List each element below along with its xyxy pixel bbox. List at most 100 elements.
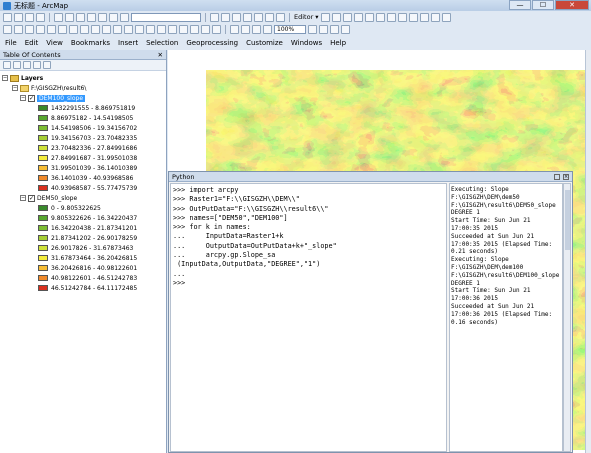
find-route-icon[interactable] <box>146 24 155 34</box>
catalog-icon[interactable] <box>232 12 241 22</box>
copy-icon[interactable] <box>65 12 74 22</box>
toggle-draft-mode-icon[interactable] <box>308 24 317 34</box>
collapse-icon[interactable]: − <box>12 85 18 91</box>
legend-swatch[interactable] <box>38 275 48 281</box>
add-data-icon[interactable] <box>120 12 129 22</box>
fixed-zoom-in-icon[interactable] <box>47 24 56 34</box>
minimize-button[interactable]: — <box>509 0 531 10</box>
forward-extent-icon[interactable] <box>80 24 89 34</box>
search-icon[interactable] <box>243 12 252 22</box>
menu-edit[interactable]: Edit <box>25 39 39 47</box>
legend-swatch[interactable] <box>38 265 48 271</box>
legend-swatch[interactable] <box>38 145 48 151</box>
data-driven-pages-icon[interactable] <box>341 24 350 34</box>
menu-windows[interactable]: Windows <box>291 39 322 47</box>
time-slider-icon[interactable] <box>201 24 210 34</box>
rotate-icon[interactable] <box>419 12 429 22</box>
html-popup-icon[interactable] <box>190 24 199 34</box>
undo-icon[interactable] <box>98 12 107 22</box>
layout-zoom-combo[interactable]: 100% <box>274 24 306 34</box>
clear-selection-icon[interactable] <box>102 24 111 34</box>
focus-data-frame-icon[interactable] <box>319 24 328 34</box>
list-by-selection-icon[interactable] <box>33 61 41 69</box>
save-icon[interactable] <box>25 12 34 22</box>
legend-swatch[interactable] <box>38 235 48 241</box>
go-to-xy-icon[interactable] <box>157 24 166 34</box>
menu-selection[interactable]: Selection <box>146 39 178 47</box>
python-window-icon[interactable] <box>265 12 274 22</box>
layout-zoom-out-icon[interactable] <box>241 24 250 34</box>
scrollbar-thumb[interactable] <box>565 190 570 250</box>
layer-dem100-slope[interactable]: − ✓ DEM100_slope <box>0 93 166 103</box>
editor-menu[interactable]: Editor ▾ <box>294 13 319 21</box>
change-layout-icon[interactable] <box>330 24 339 34</box>
legend-swatch[interactable] <box>38 125 48 131</box>
cut-icon[interactable] <box>54 12 63 22</box>
layer-name[interactable]: DEM100_slope <box>37 94 86 102</box>
collapse-icon[interactable]: − <box>2 75 8 81</box>
menu-geoprocessing[interactable]: Geoprocessing <box>186 39 238 47</box>
pan-icon[interactable] <box>25 24 34 34</box>
edit-vertices-icon[interactable] <box>375 12 385 22</box>
attributes-icon[interactable] <box>430 12 440 22</box>
edit-annotation-icon[interactable] <box>331 12 341 22</box>
legend-swatch[interactable] <box>38 165 48 171</box>
legend-swatch[interactable] <box>38 225 48 231</box>
legend-swatch[interactable] <box>38 245 48 251</box>
menu-insert[interactable]: Insert <box>118 39 138 47</box>
menu-file[interactable]: File <box>5 39 17 47</box>
redo-icon[interactable] <box>109 12 118 22</box>
measure-icon[interactable] <box>168 24 177 34</box>
sketch-properties-icon[interactable] <box>441 12 451 22</box>
legend-swatch[interactable] <box>38 285 48 291</box>
viewer-window-icon[interactable] <box>212 24 221 34</box>
select-features-icon[interactable] <box>91 24 100 34</box>
layer-visibility-checkbox[interactable]: ✓ <box>28 94 35 102</box>
editor-toolbar-icon[interactable] <box>210 12 219 22</box>
straight-segment-icon[interactable] <box>342 12 352 22</box>
modelbuilder-icon[interactable] <box>276 12 285 22</box>
menu-customize[interactable]: Customize <box>246 39 283 47</box>
reshape-icon[interactable] <box>386 12 396 22</box>
split-icon[interactable] <box>408 12 418 22</box>
delete-icon[interactable] <box>87 12 96 22</box>
back-extent-icon[interactable] <box>69 24 78 34</box>
full-extent-icon[interactable] <box>36 24 45 34</box>
layers-root[interactable]: − Layers <box>0 73 166 83</box>
legend-swatch[interactable] <box>38 105 48 111</box>
zoom-whole-page-icon[interactable] <box>263 24 272 34</box>
map-scrollbar[interactable] <box>585 50 591 453</box>
legend-swatch[interactable] <box>38 115 48 121</box>
menu-view[interactable]: View <box>46 39 63 47</box>
python-output-scrollbar[interactable] <box>563 183 571 452</box>
trace-icon[interactable] <box>353 12 363 22</box>
layout-zoom-in-icon[interactable] <box>230 24 239 34</box>
layout-pan-icon[interactable] <box>252 24 261 34</box>
workspace-folder[interactable]: − F:\GISGZH\result6\ <box>0 83 166 93</box>
legend-swatch[interactable] <box>38 175 48 181</box>
identify-icon[interactable] <box>124 24 133 34</box>
zoom-out-icon[interactable] <box>14 24 23 34</box>
edit-tool-icon[interactable] <box>320 12 330 22</box>
zoom-in-icon[interactable] <box>3 24 12 34</box>
list-by-visibility-icon[interactable] <box>23 61 31 69</box>
python-code-input[interactable]: >>> import arcpy >>> Raster1="F:\\GISGZH\… <box>170 183 447 452</box>
table-of-contents-icon[interactable] <box>221 12 230 22</box>
legend-swatch[interactable] <box>38 185 48 191</box>
menu-help[interactable]: Help <box>330 39 346 47</box>
layer-name[interactable]: DEM50_slope <box>37 195 77 202</box>
maximize-button[interactable]: ☐ <box>532 0 554 10</box>
toc-close-icon[interactable]: ✕ <box>158 51 163 59</box>
point-icon[interactable] <box>364 12 374 22</box>
menu-bookmarks[interactable]: Bookmarks <box>71 39 110 47</box>
arctoolbox-icon[interactable] <box>254 12 263 22</box>
layer-visibility-checkbox[interactable]: ✓ <box>28 194 35 202</box>
close-button[interactable]: ✕ <box>555 0 589 10</box>
legend-swatch[interactable] <box>38 155 48 161</box>
layer-dem50-slope[interactable]: − ✓ DEM50_slope <box>0 193 166 203</box>
hyperlink-icon[interactable] <box>179 24 188 34</box>
pin-icon[interactable] <box>554 173 560 180</box>
print-icon[interactable] <box>36 12 45 22</box>
legend-swatch[interactable] <box>38 205 48 211</box>
open-folder-icon[interactable] <box>14 12 23 22</box>
